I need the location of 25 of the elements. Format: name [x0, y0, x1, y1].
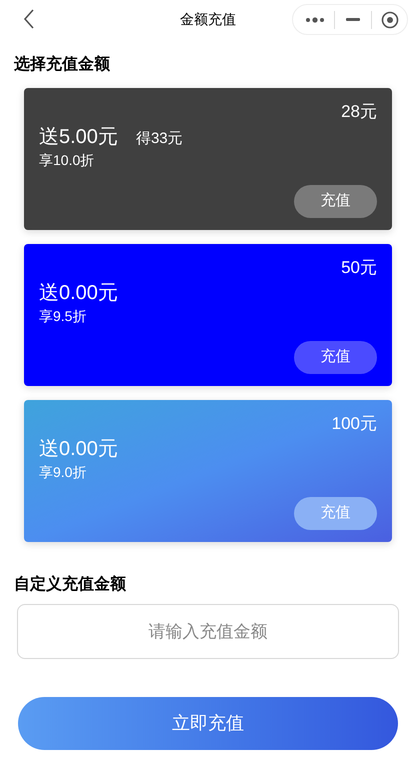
- discount-text: 享9.5折: [39, 307, 86, 326]
- section-title: 选择充值金额: [14, 54, 111, 75]
- recharge-button[interactable]: 充值: [294, 497, 377, 530]
- discount-text: 享9.0折: [39, 463, 86, 482]
- recharge-card[interactable]: 28元 送5.00元 得33元 享10.0折 充值: [24, 88, 392, 230]
- total-amount: 得33元: [136, 129, 183, 149]
- price-amount: 28元: [341, 101, 377, 123]
- recharge-card[interactable]: 100元 送0.00元 享9.0折 充值: [24, 400, 392, 542]
- recharge-button[interactable]: 充值: [294, 341, 377, 374]
- price-amount: 50元: [341, 257, 377, 279]
- minimize-icon[interactable]: [346, 18, 360, 21]
- bonus-amount: 送0.00元: [39, 437, 118, 462]
- bonus-amount: 送5.00元: [39, 125, 118, 150]
- more-icon[interactable]: [305, 16, 325, 22]
- recharge-card[interactable]: 50元 送0.00元 享9.5折 充值: [24, 244, 392, 386]
- bonus-amount: 送0.00元: [39, 281, 118, 306]
- back-icon[interactable]: [23, 9, 35, 29]
- price-amount: 100元: [332, 413, 377, 435]
- section-title: 自定义充值金额: [14, 574, 127, 595]
- close-icon[interactable]: [381, 10, 399, 28]
- recharge-button[interactable]: 充值: [294, 185, 377, 218]
- amount-input-field[interactable]: 请输入充值金额: [17, 604, 399, 659]
- page-title: 金额充值: [180, 10, 236, 28]
- discount-text: 享10.0折: [39, 151, 94, 170]
- recharge-now-button[interactable]: 立即充值: [18, 697, 398, 750]
